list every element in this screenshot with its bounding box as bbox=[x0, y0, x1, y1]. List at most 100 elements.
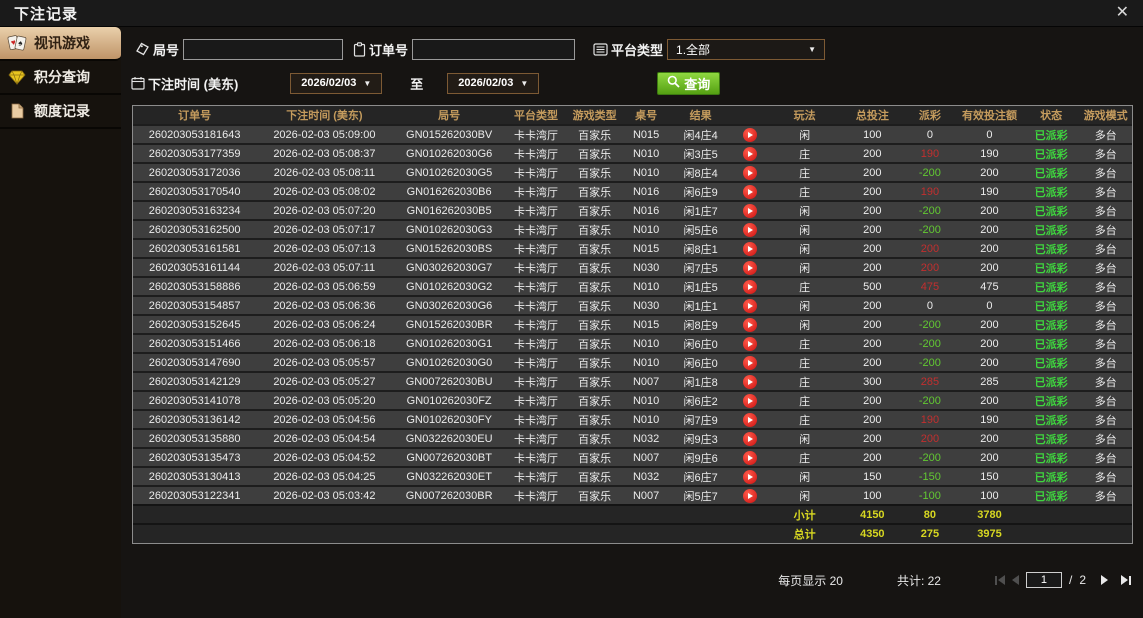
replay-play-icon[interactable] bbox=[743, 222, 758, 237]
cell-table_no: N007 bbox=[632, 489, 660, 502]
cell-status: 已派彩 bbox=[1034, 357, 1068, 370]
cell-payout: -200 bbox=[918, 204, 941, 217]
replay-play-icon[interactable] bbox=[743, 165, 758, 180]
filter-row-2: 下注时间 (美东) 2026/02/03 ▼ 至 2026/02/03 ▼ 查询 bbox=[131, 66, 1133, 100]
search-button[interactable]: 查询 bbox=[657, 71, 721, 95]
replay-play-icon[interactable] bbox=[743, 374, 758, 389]
cell-total_bet: 200 bbox=[863, 223, 882, 236]
last-page-button[interactable] bbox=[1121, 575, 1131, 585]
replay-play-icon[interactable] bbox=[743, 298, 758, 313]
cell-table_no: N010 bbox=[632, 166, 660, 179]
replay-play-icon[interactable] bbox=[743, 317, 758, 332]
replay-play-icon[interactable] bbox=[743, 393, 758, 408]
replay-play-icon[interactable] bbox=[743, 241, 758, 256]
cell-status: 已派彩 bbox=[1034, 224, 1068, 237]
to-label: 至 bbox=[410, 76, 424, 92]
cell-replay bbox=[732, 486, 768, 505]
platform-type-select[interactable]: 1.全部 ▼ bbox=[667, 38, 826, 60]
cell-platform_type: 卡卡湾厅 bbox=[514, 262, 558, 275]
round-number-input[interactable] bbox=[183, 38, 344, 60]
subtotal-round_id bbox=[393, 505, 506, 524]
sidebar-item-points-query[interactable]: 积分查询 bbox=[0, 61, 121, 95]
replay-play-icon[interactable] bbox=[743, 412, 758, 427]
replay-play-icon[interactable] bbox=[743, 450, 758, 465]
order-number-input[interactable] bbox=[412, 38, 576, 60]
replay-play-icon[interactable] bbox=[743, 146, 758, 161]
date-to-select[interactable]: 2026/02/03 ▼ bbox=[447, 72, 540, 94]
sidebar-item-video-games[interactable]: ♥ ♠ 视讯游戏 bbox=[0, 27, 121, 61]
cell-valid_bet: 0 bbox=[986, 128, 993, 141]
replay-play-icon[interactable] bbox=[743, 279, 758, 294]
cell-game_type: 百家乐 bbox=[578, 148, 612, 161]
first-page-button[interactable] bbox=[994, 575, 1005, 585]
replay-play-icon[interactable] bbox=[743, 184, 758, 199]
cell-game_mode: 多台 bbox=[1094, 148, 1117, 161]
subtotal-table_no bbox=[623, 505, 669, 524]
table-row: 260203053151466 2026-02-03 05:06:18 GN0102… bbox=[133, 334, 1132, 353]
cell-platform_type: 卡卡湾厅 bbox=[514, 376, 558, 389]
sidebar-item-quota-records[interactable]: 额度记录 bbox=[0, 95, 121, 129]
cell-payout: 0 bbox=[926, 128, 933, 141]
page-number-input[interactable] bbox=[1025, 572, 1062, 588]
date-from-select[interactable]: 2026/02/03 ▼ bbox=[290, 72, 383, 94]
cell-table_no: N032 bbox=[632, 470, 660, 483]
cell-total_bet: 200 bbox=[863, 204, 882, 217]
cell-table_no: N010 bbox=[632, 147, 660, 160]
cell-result: 闲6庄0 bbox=[683, 357, 718, 370]
total-table_no bbox=[623, 524, 669, 543]
cell-result: 闲8庄1 bbox=[683, 243, 718, 256]
cell-table_no: N015 bbox=[632, 128, 660, 141]
cell-status: 已派彩 bbox=[1034, 281, 1068, 294]
cell-order_id: 260203053147690 bbox=[148, 356, 241, 369]
cell-round_id: GN010262030G3 bbox=[406, 223, 493, 236]
order-number-label: 订单号 bbox=[369, 42, 409, 58]
replay-play-icon[interactable] bbox=[743, 355, 758, 370]
search-button-label: 查询 bbox=[684, 76, 711, 92]
cell-bet_time: 2026-02-03 05:03:42 bbox=[273, 489, 376, 502]
chevron-down-icon: ▼ bbox=[808, 44, 817, 54]
replay-play-icon[interactable] bbox=[743, 431, 758, 446]
subtotal-platform_type bbox=[506, 505, 567, 524]
cell-valid_bet: 200 bbox=[980, 242, 999, 255]
replay-play-icon[interactable] bbox=[743, 127, 758, 142]
total-result bbox=[669, 524, 732, 543]
cell-platform_type: 卡卡湾厅 bbox=[514, 433, 558, 446]
cell-total_bet: 200 bbox=[863, 432, 882, 445]
cell-valid_bet: 475 bbox=[980, 280, 999, 293]
cell-bet_time: 2026-02-03 05:05:20 bbox=[273, 394, 376, 407]
cell-replay bbox=[732, 258, 768, 277]
cell-result: 闲7庄9 bbox=[683, 414, 718, 427]
replay-play-icon[interactable] bbox=[743, 488, 758, 503]
window-body: ♥ ♠ 视讯游戏 积分查询 额度记录 局号 订单号 平台类型 1.全部 ▼ 下注… bbox=[0, 27, 1143, 618]
column-header-game_type: 游戏类型 bbox=[566, 106, 623, 125]
play-triangle bbox=[748, 245, 754, 252]
cell-bet_time: 2026-02-03 05:08:37 bbox=[273, 147, 376, 160]
play-triangle bbox=[748, 226, 754, 233]
cell-valid_bet: 200 bbox=[980, 394, 999, 407]
prev-page-button[interactable] bbox=[1011, 575, 1019, 585]
window-title: 下注记录 bbox=[14, 5, 79, 23]
cell-order_id: 260203053162500 bbox=[148, 223, 241, 236]
cell-total_bet: 500 bbox=[863, 280, 882, 293]
play-triangle bbox=[748, 473, 754, 480]
replay-play-icon[interactable] bbox=[743, 203, 758, 218]
cell-status: 已派彩 bbox=[1034, 167, 1068, 180]
replay-play-icon[interactable] bbox=[743, 336, 758, 351]
cell-status: 已派彩 bbox=[1034, 129, 1068, 142]
subtotal-status bbox=[1023, 505, 1080, 524]
replay-play-icon[interactable] bbox=[743, 469, 758, 484]
cell-table_no: N010 bbox=[632, 223, 660, 236]
cell-payout: -200 bbox=[918, 318, 941, 331]
replay-play-icon[interactable] bbox=[743, 260, 758, 275]
close-icon[interactable]: ✕ bbox=[1116, 5, 1129, 21]
cell-bet_time: 2026-02-03 05:04:56 bbox=[273, 413, 376, 426]
next-page-button[interactable] bbox=[1101, 575, 1108, 585]
cell-game_mode: 多台 bbox=[1094, 224, 1117, 237]
filter-panel: 局号 订单号 平台类型 1.全部 ▼ 下注时间 (美东) 2026/02/03 … bbox=[121, 27, 1143, 102]
cell-game_type: 百家乐 bbox=[578, 414, 612, 427]
cell-valid_bet: 0 bbox=[986, 299, 993, 312]
cell-valid_bet: 200 bbox=[980, 223, 999, 236]
table-header-row: 订单号 下注时间 (美东) 局号 平台类型 游戏类型 桌号 结果 玩法 总投注 派彩 有效投注额 状态… bbox=[133, 106, 1132, 125]
cell-game_mode: 多台 bbox=[1094, 452, 1117, 465]
cell-play_method: 闲 bbox=[799, 129, 811, 142]
